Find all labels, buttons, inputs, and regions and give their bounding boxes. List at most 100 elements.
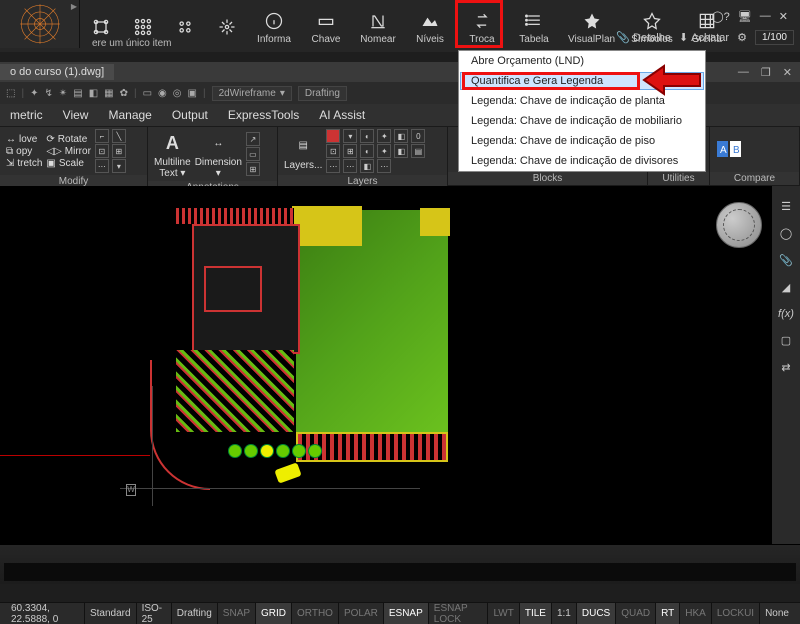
- tool-icon[interactable]: ✦: [30, 88, 38, 99]
- settings-icon[interactable]: ⚙: [737, 31, 747, 44]
- mode-dropdown[interactable]: Drafting: [298, 86, 347, 101]
- status-ducs[interactable]: DUCS: [576, 603, 615, 624]
- close-icon[interactable]: ✕: [779, 10, 788, 23]
- status-locku[interactable]: LOCKUI: [711, 603, 759, 624]
- circle-icon[interactable]: ◯: [780, 227, 792, 240]
- status-tile[interactable]: TILE: [519, 603, 551, 624]
- compare-button[interactable]: AB: [716, 136, 742, 164]
- visual-style-value: 2dWireframe: [219, 88, 276, 99]
- troca-button[interactable]: Troca: [456, 0, 508, 52]
- ml-label: Multiline: [154, 157, 191, 168]
- chevron-down-icon: ▾: [280, 88, 285, 99]
- status-snap[interactable]: SNAP: [217, 603, 255, 624]
- detalhe-button[interactable]: 📎Detalhe: [616, 31, 671, 44]
- status-ratio[interactable]: 1:1: [551, 603, 576, 624]
- status-polar[interactable]: POLAR: [338, 603, 383, 624]
- informa-label: Informa: [257, 34, 291, 45]
- panel-compare: AB Compare: [710, 127, 800, 185]
- menu-item-legenda-mobiliario[interactable]: Legenda: Chave de indicação de mobiliari…: [459, 111, 705, 131]
- status-rt[interactable]: RT: [655, 603, 679, 624]
- tool-icon[interactable]: ◉: [158, 88, 167, 99]
- drawing-canvas[interactable]: W: [0, 186, 772, 544]
- layer-icon[interactable]: ⬚: [6, 88, 15, 99]
- troca-label: Troca: [469, 34, 494, 45]
- status-none[interactable]: None: [759, 603, 794, 624]
- tool-icon[interactable]: ✴: [59, 88, 67, 99]
- tool-icon[interactable]: ▤: [73, 88, 82, 99]
- top-row2-right: 📎Detalhe ⬇Achatar ⚙ 1/100: [616, 30, 794, 45]
- mirror-button[interactable]: ◁▷ Mirror: [46, 146, 91, 157]
- layers-button[interactable]: ▤Layers...: [284, 132, 322, 171]
- help-icon[interactable]: ◯?: [711, 10, 729, 23]
- scale-label: Scale: [59, 158, 84, 169]
- app-logo[interactable]: ▶: [0, 0, 80, 48]
- visual-style-dropdown[interactable]: 2dWireframe ▾: [212, 86, 292, 101]
- tool-icon[interactable]: ▣: [188, 88, 197, 99]
- status-iso[interactable]: ISO-25: [136, 603, 171, 624]
- swap-icon[interactable]: ⇄: [781, 361, 790, 374]
- view-compass[interactable]: [716, 202, 762, 248]
- tool-icon[interactable]: ↯: [44, 88, 52, 99]
- minimize-icon[interactable]: —: [760, 10, 771, 22]
- menu-item-legenda-planta[interactable]: Legenda: Chave de indicação de planta: [459, 91, 705, 111]
- tool-icon[interactable]: ▦: [104, 88, 113, 99]
- nomear-button[interactable]: Nomear: [352, 0, 404, 52]
- scale-field[interactable]: 1/100: [755, 30, 794, 45]
- menu-expresstools[interactable]: ExpressTools: [228, 108, 299, 122]
- dimension-button[interactable]: ↔Dimension▾: [195, 129, 242, 179]
- tabela-button[interactable]: Tabela: [508, 0, 560, 52]
- niveis-button[interactable]: Níveis: [404, 0, 456, 52]
- status-bar: 60.3304, 22.5888, 0 Standard ISO-25 Draf…: [0, 602, 800, 624]
- visualplan-button[interactable]: VisualPlan: [560, 0, 623, 52]
- move-button[interactable]: ↔ love: [6, 134, 42, 145]
- status-lwt[interactable]: LWT: [487, 603, 518, 624]
- tool-icon[interactable]: ◎: [173, 88, 182, 99]
- chave-label: Chave: [312, 34, 341, 45]
- command-bar[interactable]: [0, 544, 800, 584]
- menu-item-legenda-piso[interactable]: Legenda: Chave de indicação de piso: [459, 131, 705, 151]
- panel-layers: ▤Layers... ▾◐✦◧0 ⊡⊞◐✦◧▤ ⋯⋯◧⋯ Layers: [278, 127, 448, 185]
- menu-item-quantifica[interactable]: Quantifica e Gera Legenda: [460, 72, 704, 90]
- copy-button[interactable]: ⧉ opy: [6, 146, 42, 157]
- tool-icon[interactable]: ◧: [89, 88, 98, 99]
- tool-icon[interactable]: ✿: [120, 88, 128, 99]
- status-drafting[interactable]: Drafting: [171, 603, 217, 624]
- chave-button[interactable]: Chave: [300, 0, 352, 52]
- box-icon[interactable]: ▢: [781, 334, 791, 347]
- clip-icon[interactable]: 📎: [779, 254, 793, 267]
- doc-restore-icon[interactable]: ❐: [761, 66, 771, 79]
- rotate-button[interactable]: ⟳ Rotate: [46, 134, 91, 145]
- menu-manage[interactable]: Manage: [108, 108, 151, 122]
- multiline-text-button[interactable]: AMultilineText ▾: [154, 129, 191, 179]
- doc-minimize-icon[interactable]: —: [738, 66, 749, 79]
- achatar-button[interactable]: ⬇Achatar: [679, 31, 729, 44]
- menu-item-legenda-divisores[interactable]: Legenda: Chave de indicação de divisores: [459, 151, 705, 171]
- tooltip-text: ere um único item: [92, 38, 171, 49]
- top-toolbar: ▶ Informa Chave Nomear Níveis Troca Tabe…: [0, 0, 800, 52]
- menu-metric[interactable]: metric: [10, 108, 43, 122]
- scale-button[interactable]: ▣ Scale: [46, 158, 91, 169]
- status-ortho[interactable]: ORTHO: [291, 603, 338, 624]
- menu-output[interactable]: Output: [172, 108, 208, 122]
- menu-item-orcamento[interactable]: Abre Orçamento (LND): [459, 51, 705, 71]
- svg-text:A: A: [720, 145, 727, 156]
- status-esnap[interactable]: ESNAP: [383, 603, 428, 624]
- monitor-icon[interactable]: 🖥: [738, 10, 752, 23]
- document-tab[interactable]: o do curso (1).dwg]: [0, 64, 114, 80]
- informa-button[interactable]: Informa: [248, 0, 300, 52]
- status-standard[interactable]: Standard: [84, 603, 136, 624]
- menu-view[interactable]: View: [63, 108, 89, 122]
- tool-icon[interactable]: ▭: [143, 88, 152, 99]
- stretch-button[interactable]: ⇲ tretch: [6, 158, 42, 169]
- icon-explode[interactable]: [206, 0, 248, 52]
- sliders-icon[interactable]: ☰: [781, 200, 791, 213]
- hatch-icon[interactable]: ◢: [782, 281, 790, 294]
- status-hka[interactable]: HKA: [679, 603, 711, 624]
- status-grid[interactable]: GRID: [255, 603, 291, 624]
- menu-aiassist[interactable]: AI Assist: [319, 108, 365, 122]
- tabela-dropdown-menu: Abre Orçamento (LND) Quantifica e Gera L…: [458, 50, 706, 172]
- status-lock[interactable]: ESNAP LOCK: [428, 603, 488, 624]
- doc-close-icon[interactable]: ✕: [783, 66, 792, 79]
- fx-icon[interactable]: f(x): [778, 308, 794, 320]
- status-quad[interactable]: QUAD: [615, 603, 655, 624]
